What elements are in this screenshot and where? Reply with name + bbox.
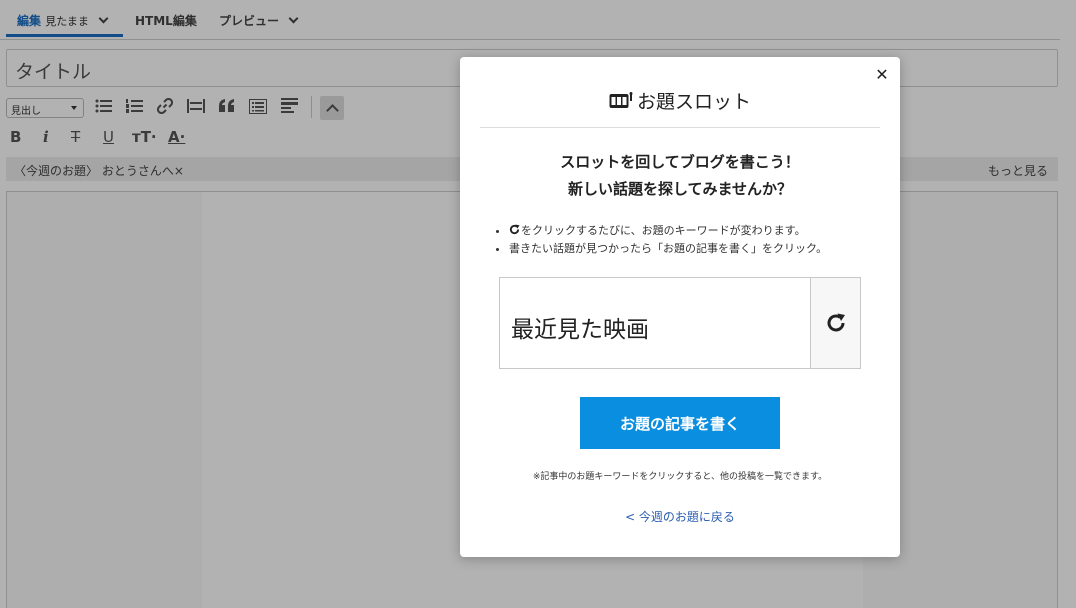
lead-line-2: 新しい話題を探してみませんか？: [567, 180, 793, 198]
modal-lead: スロットを回してブログを書こう！ 新しい話題を探してみませんか？: [480, 149, 880, 203]
footnote: ※記事中のお題キーワードをクリックすると、他の投稿を一覧できます。: [532, 472, 828, 482]
instruction-text-2: 書きたい話題が見つかったら「お題の記事を書く」をクリック。: [509, 242, 828, 255]
slot-keyword: 最近見た映画: [511, 317, 649, 343]
close-icon[interactable]: ✕: [874, 67, 890, 83]
write-topic-article-button[interactable]: お題の記事を書く: [580, 397, 780, 449]
slot-refresh-button[interactable]: [810, 278, 860, 368]
modal-header: お題スロット: [480, 87, 880, 128]
instruction-item: 書きたい話題が見つかったら「お題の記事を書く」をクリック。: [509, 240, 885, 258]
topic-slot-modal: ✕ お題スロット スロットを回してブログを書こう！ 新しい話題を探してみませんか…: [460, 57, 900, 557]
modal-title: お題スロット: [609, 87, 751, 114]
modal-title-text: お題スロット: [636, 91, 751, 113]
refresh-icon: [509, 224, 520, 235]
instruction-item: をクリックするたびに、お題のキーワードが変わります。: [509, 222, 885, 240]
lead-line-1: スロットを回してブログを書こう！: [560, 153, 800, 171]
instruction-text-1: をクリックするたびに、お題のキーワードが変わります。: [521, 224, 806, 237]
back-to-weekly-topic-link[interactable]: < 今週のお題に戻る: [480, 508, 880, 525]
slot-icon: [609, 91, 633, 108]
slot-display: 最近見た映画: [499, 277, 861, 369]
refresh-icon: [827, 313, 845, 332]
instruction-list: をクリックするたびに、お題のキーワードが変わります。 書きたい話題が見つかったら…: [495, 222, 885, 258]
